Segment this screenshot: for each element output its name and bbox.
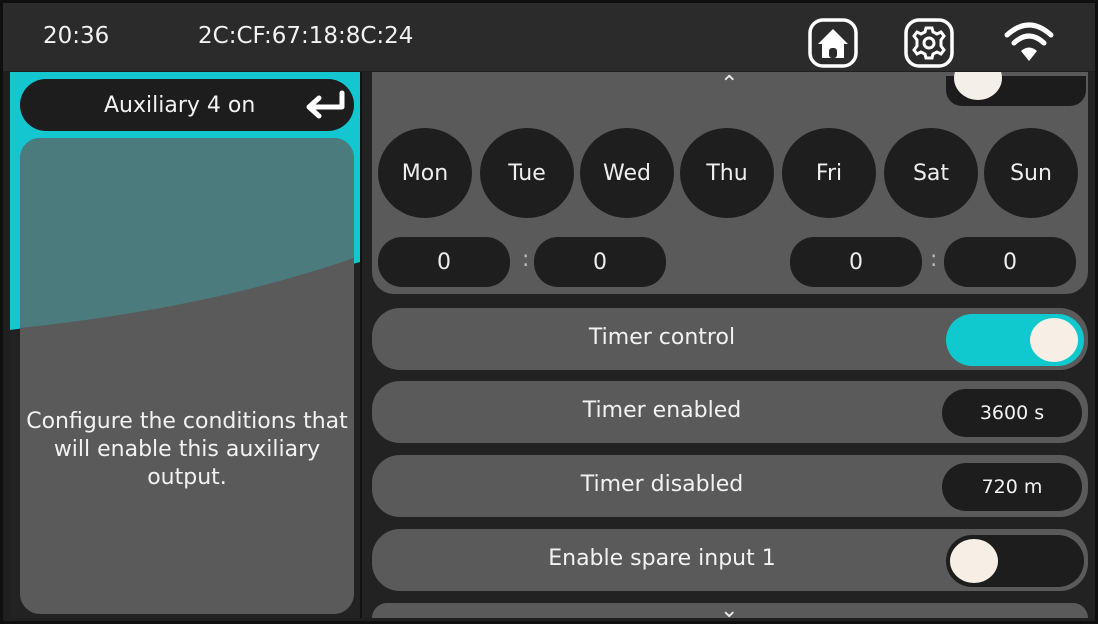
schedule-card: Mon Tue Wed Thu Fri Sat Sun 0 : 0 0 : 0 [372, 72, 1088, 294]
left-panel: Auxiliary 4 on Configure the conditions … [10, 72, 360, 618]
info-card-tint [20, 138, 354, 328]
wifi-icon[interactable] [1003, 17, 1055, 69]
start-hours-field[interactable]: 0 [378, 237, 510, 287]
start-time-separator: : [522, 247, 530, 272]
timer-control-label: Timer control [588, 325, 736, 350]
timer-disabled-row: Timer disabled 720 m [372, 455, 1088, 517]
end-minutes-field[interactable]: 0 [944, 237, 1076, 287]
timer-enabled-value[interactable]: 3600 s [942, 389, 1082, 437]
panel-divider [360, 72, 362, 618]
mac-address: 2C:CF:67:18:8C:24 [198, 23, 414, 49]
day-tue[interactable]: Tue [480, 128, 574, 218]
timer-disabled-label: Timer disabled [580, 472, 744, 497]
toggle-knob [954, 72, 1002, 100]
timer-enabled-label: Timer enabled [582, 398, 742, 423]
day-sat[interactable]: Sat [884, 128, 978, 218]
timer-control-toggle[interactable] [946, 314, 1084, 366]
scroll-down-icon[interactable]: ⌄ [720, 598, 738, 618]
day-wed[interactable]: Wed [580, 128, 674, 218]
partial-toggle[interactable] [946, 72, 1086, 106]
page-title: Auxiliary 4 on [104, 93, 256, 118]
day-thu[interactable]: Thu [680, 128, 774, 218]
status-bar: 20:36 2C:CF:67:18:8C:24 [3, 3, 1095, 71]
toggle-knob [950, 539, 998, 583]
timer-disabled-value[interactable]: 720 m [942, 463, 1082, 511]
return-arrow-icon[interactable] [302, 89, 350, 121]
timer-enabled-row: Timer enabled 3600 s [372, 381, 1088, 443]
spare-input-1-label: Enable spare input 1 [548, 546, 776, 571]
settings-panel[interactable]: Mon Tue Wed Thu Fri Sat Sun 0 : 0 0 : 0 … [360, 72, 1095, 618]
day-sun[interactable]: Sun [984, 128, 1078, 218]
toggle-knob [1030, 318, 1078, 362]
scroll-up-icon[interactable]: ⌃ [720, 72, 738, 97]
spare-input-1-row: Enable spare input 1 [372, 529, 1088, 591]
info-description: Configure the conditions that will enabl… [26, 409, 348, 490]
gear-icon[interactable] [903, 17, 955, 69]
end-hours-field[interactable]: 0 [790, 237, 922, 287]
day-fri[interactable]: Fri [782, 128, 876, 218]
end-time-separator: : [930, 247, 938, 272]
day-mon[interactable]: Mon [378, 128, 472, 218]
timer-control-row: Timer control [372, 308, 1088, 370]
home-icon[interactable] [807, 17, 859, 69]
page-title-bar[interactable]: Auxiliary 4 on [20, 79, 354, 131]
start-minutes-field[interactable]: 0 [534, 237, 666, 287]
info-card: Configure the conditions that will enabl… [20, 138, 354, 614]
spare-input-1-toggle[interactable] [946, 535, 1084, 587]
clock: 20:36 [43, 23, 110, 49]
